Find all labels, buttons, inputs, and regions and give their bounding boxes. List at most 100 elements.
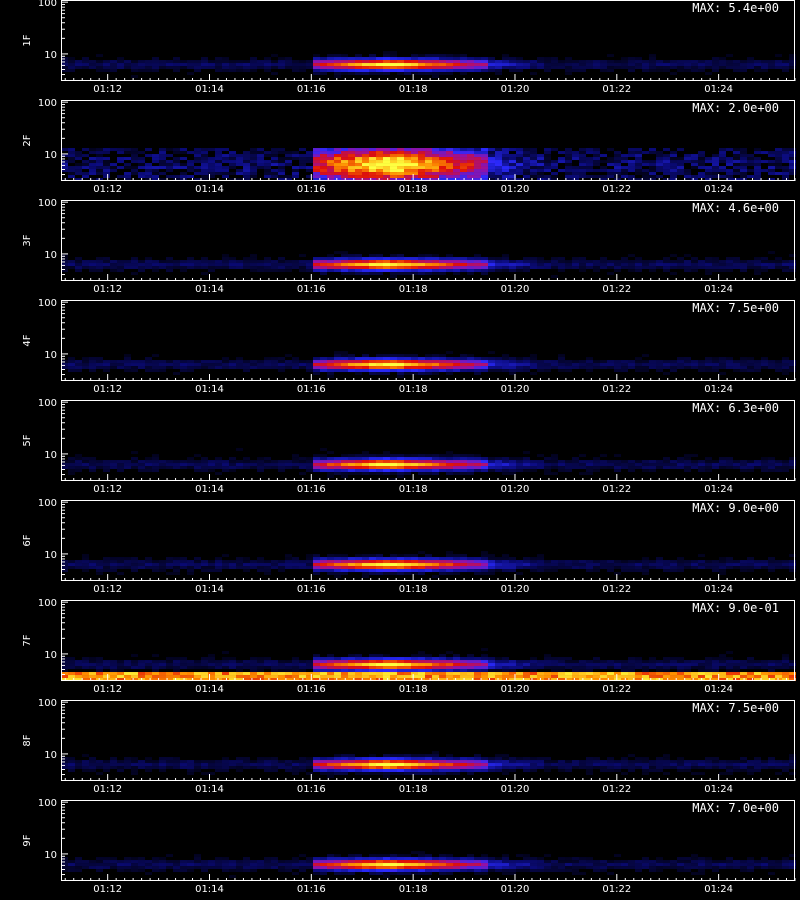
heatmap-cell bbox=[250, 160, 257, 164]
heatmap-cell bbox=[124, 163, 131, 167]
heatmap-cell bbox=[348, 63, 355, 67]
heatmap-cell bbox=[656, 169, 663, 173]
heatmap-cell bbox=[383, 357, 390, 361]
heatmap-cell bbox=[593, 460, 600, 464]
heatmap-cell bbox=[124, 672, 131, 676]
heatmap-cell bbox=[530, 166, 537, 170]
heatmap-cell bbox=[502, 566, 509, 570]
heatmap-cell bbox=[782, 66, 789, 70]
heatmap-cell bbox=[621, 660, 628, 664]
heatmap-cell bbox=[684, 175, 691, 179]
heatmap-cell bbox=[187, 457, 194, 461]
heatmap-cell bbox=[68, 460, 75, 464]
heatmap-cell bbox=[117, 166, 124, 170]
heatmap-cell bbox=[565, 666, 572, 670]
heatmap-cell bbox=[341, 260, 348, 264]
heatmap-cell bbox=[614, 675, 621, 679]
heatmap-cell bbox=[229, 154, 236, 158]
heatmap-cell bbox=[635, 466, 642, 470]
heatmap-cell bbox=[222, 69, 229, 73]
heatmap-cell bbox=[187, 63, 194, 67]
heatmap-cell bbox=[467, 672, 474, 676]
heatmap-cell bbox=[523, 563, 530, 567]
heatmap-cell bbox=[194, 151, 201, 155]
heatmap-cell bbox=[397, 663, 404, 667]
heatmap-cell bbox=[705, 266, 712, 270]
heatmap-cell bbox=[124, 66, 131, 70]
heatmap-cell bbox=[292, 672, 299, 676]
heatmap-cell bbox=[404, 72, 411, 76]
heatmap-cell bbox=[418, 551, 425, 555]
heatmap-cell bbox=[355, 469, 362, 473]
heatmap-cell bbox=[145, 666, 152, 670]
heatmap-cell bbox=[628, 569, 635, 573]
heatmap-cell bbox=[425, 372, 432, 376]
heatmap-cell bbox=[579, 175, 586, 179]
heatmap-cell bbox=[607, 363, 614, 367]
heatmap-cell bbox=[544, 360, 551, 364]
heatmap-cell bbox=[334, 60, 341, 64]
heatmap-cell bbox=[593, 560, 600, 564]
heatmap-cell bbox=[782, 63, 789, 67]
heatmap-cell bbox=[502, 657, 509, 661]
heatmap-cell bbox=[614, 163, 621, 167]
heatmap-cell bbox=[313, 369, 320, 373]
heatmap-cell bbox=[502, 357, 509, 361]
heatmap-cell bbox=[670, 254, 677, 258]
heatmap-cell bbox=[229, 563, 236, 567]
heatmap-cell bbox=[327, 457, 334, 461]
heatmap-cell bbox=[488, 366, 495, 370]
heatmap-cell bbox=[159, 60, 166, 64]
heatmap-cell bbox=[75, 454, 82, 458]
heatmap-cell bbox=[180, 60, 187, 64]
heatmap-cell bbox=[740, 366, 747, 370]
heatmap-cell bbox=[362, 363, 369, 367]
heatmap-cell bbox=[348, 175, 355, 179]
heatmap-cell bbox=[222, 148, 229, 152]
heatmap-cell bbox=[292, 157, 299, 161]
heatmap-cell bbox=[201, 172, 208, 176]
heatmap-cell bbox=[180, 66, 187, 70]
heatmap-cell bbox=[152, 460, 159, 464]
heatmap-cell bbox=[425, 148, 432, 152]
heatmap-cell bbox=[334, 663, 341, 667]
heatmap-cell bbox=[565, 69, 572, 73]
heatmap-cell bbox=[684, 263, 691, 267]
heatmap-cell bbox=[229, 63, 236, 67]
heatmap-cell bbox=[761, 469, 768, 473]
heatmap-cell bbox=[173, 672, 180, 676]
heatmap-cell bbox=[110, 566, 117, 570]
heatmap-cell bbox=[705, 63, 712, 67]
heatmap-cell bbox=[712, 466, 719, 470]
heatmap-cell bbox=[712, 269, 719, 273]
heatmap-cell bbox=[180, 557, 187, 561]
heatmap-cell bbox=[278, 172, 285, 176]
heatmap-cell bbox=[558, 66, 565, 70]
heatmap-cell bbox=[257, 157, 264, 161]
heatmap-cell bbox=[761, 360, 768, 364]
heatmap-cell bbox=[376, 60, 383, 64]
heatmap-cell bbox=[124, 563, 131, 567]
heatmap-cell bbox=[152, 660, 159, 664]
heatmap-cell bbox=[572, 63, 579, 67]
heatmap-cell bbox=[68, 469, 75, 473]
heatmap-cell bbox=[68, 154, 75, 158]
heatmap-cell bbox=[418, 466, 425, 470]
heatmap-cell bbox=[376, 154, 383, 158]
heatmap-cell bbox=[201, 672, 208, 676]
heatmap-cell bbox=[369, 675, 376, 679]
heatmap-cell bbox=[593, 148, 600, 152]
heatmap-cell bbox=[768, 563, 775, 567]
heatmap-cell bbox=[495, 175, 502, 179]
heatmap-cell bbox=[152, 157, 159, 161]
heatmap-cell bbox=[103, 369, 110, 373]
heatmap-cell bbox=[250, 257, 257, 261]
heatmap-cell bbox=[96, 54, 103, 58]
heatmap-cell bbox=[208, 469, 215, 473]
max-label: MAX: 6.3e+00 bbox=[692, 401, 779, 415]
heatmap-cell bbox=[390, 275, 397, 279]
heatmap-cell bbox=[334, 572, 341, 576]
heatmap-cell bbox=[397, 472, 404, 476]
heatmap-cell bbox=[159, 151, 166, 155]
heatmap-cell bbox=[446, 157, 453, 161]
